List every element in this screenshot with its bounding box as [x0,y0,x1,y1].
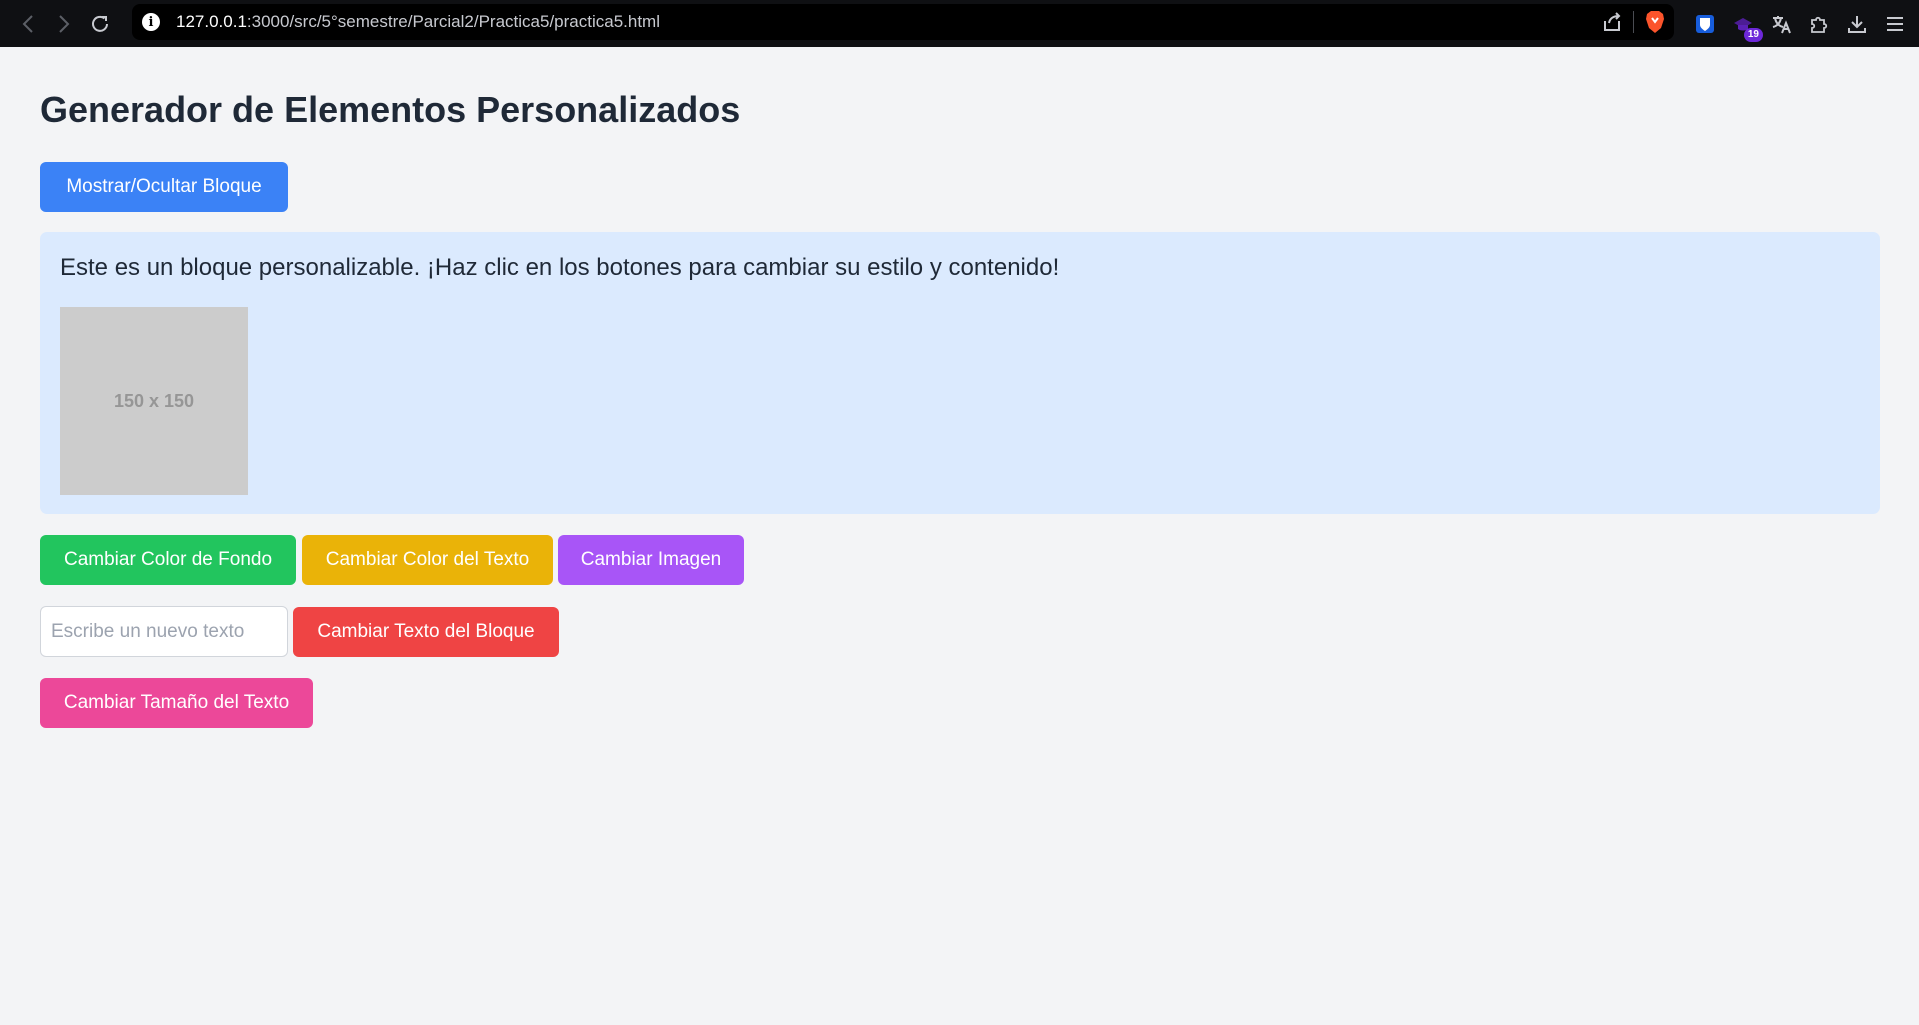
reload-icon[interactable] [82,6,118,42]
purple-extension-icon[interactable]: 19 [1731,12,1763,42]
url-host: 127.0.0.1 [176,12,247,31]
browser-toolbar: i 127.0.0.1:3000/src/5°semestre/Parcial2… [0,0,1919,47]
bitwarden-extension-icon[interactable] [1693,12,1717,36]
change-text-size-button[interactable]: Cambiar Tamaño del Texto [40,678,313,728]
forward-arrow-icon[interactable] [46,6,82,42]
block-image: 150 x 150 [60,307,248,495]
change-background-color-button[interactable]: Cambiar Color de Fondo [40,535,296,585]
extensions-puzzle-icon[interactable] [1807,12,1831,36]
custom-block: Este es un bloque personalizable. ¡Haz c… [40,232,1880,514]
back-arrow-icon[interactable] [10,6,46,42]
address-bar[interactable]: i 127.0.0.1:3000/src/5°semestre/Parcial2… [132,4,1674,40]
change-text-color-button[interactable]: Cambiar Color del Texto [302,535,553,585]
extensions-area: 19 [1693,0,1919,47]
url-path: :3000/src/5°semestre/Parcial2/Practica5/… [246,12,660,31]
block-text: Este es un bloque personalizable. ¡Haz c… [60,254,1060,281]
extension-badge: 19 [1743,27,1763,42]
page-title: Generador de Elementos Personalizados [40,89,741,130]
address-bar-actions [1601,4,1666,40]
download-icon[interactable] [1845,12,1869,36]
brave-shield-icon[interactable] [1644,10,1666,34]
image-placeholder-label: 150 x 150 [113,390,195,411]
new-text-input[interactable] [40,606,288,657]
toggle-block-button[interactable]: Mostrar/Ocultar Bloque [40,162,288,212]
translate-extension-icon[interactable] [1769,12,1793,36]
site-info-icon[interactable]: i [142,13,160,31]
change-image-button[interactable]: Cambiar Imagen [558,535,744,585]
change-block-text-button[interactable]: Cambiar Texto del Bloque [293,607,559,657]
divider [1633,11,1634,33]
share-icon[interactable] [1601,11,1623,33]
url-text[interactable]: 127.0.0.1:3000/src/5°semestre/Parcial2/P… [176,12,660,32]
menu-icon[interactable] [1883,12,1907,36]
